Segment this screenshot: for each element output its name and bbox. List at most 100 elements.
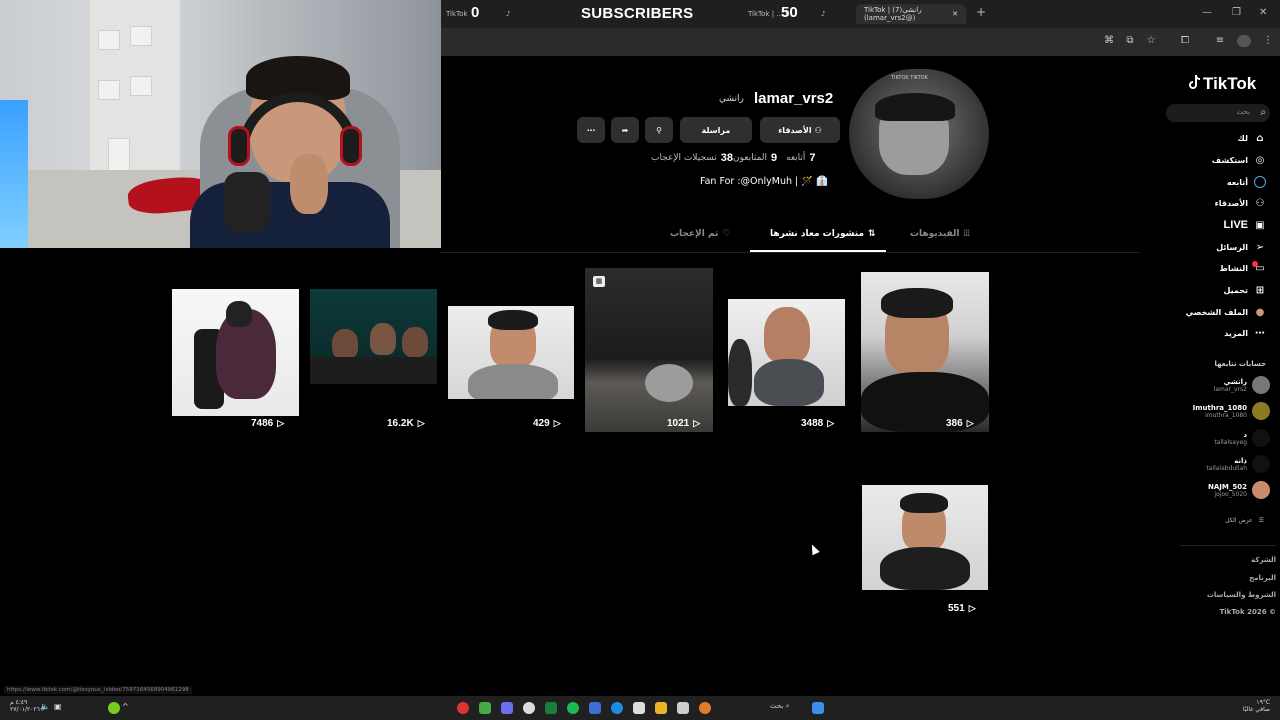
close-tab-icon[interactable]: ✕: [952, 10, 958, 18]
video-thumbnail[interactable]: [861, 272, 989, 432]
install-icon[interactable]: ⧉: [1124, 35, 1136, 47]
video-thumbnail[interactable]: [310, 289, 437, 384]
following-account[interactable]: د tallalsayeg: [1214, 428, 1270, 448]
following-count[interactable]: أتابعه 7: [786, 152, 816, 164]
maximize-icon[interactable]: ❐: [1232, 7, 1241, 18]
status-url: https://www.tiktok.com/@itsoyous_/video/…: [4, 686, 192, 694]
app-icon[interactable]: [457, 702, 469, 714]
tiktok-tab-icon[interactable]: ♪: [506, 4, 510, 24]
nav-friends[interactable]: الأصدقاء ⚇: [1215, 195, 1266, 211]
video-thumbnail[interactable]: ▦: [585, 268, 713, 432]
close-window-icon[interactable]: ✕: [1259, 7, 1267, 18]
nav-activity[interactable]: النشاط ▭: [1220, 260, 1266, 276]
account-name: Imuthra_1080: [1192, 403, 1247, 412]
nav-profile[interactable]: الملف الشخصي ●: [1186, 304, 1266, 320]
profile-username: lamar_vrs2: [754, 90, 834, 107]
volume-icon[interactable]: 🔈: [40, 702, 52, 714]
minimize-icon[interactable]: —: [1202, 7, 1212, 18]
extensions-icon[interactable]: ⧠: [1179, 35, 1191, 47]
nav-for-you[interactable]: لك ⌂: [1238, 130, 1266, 146]
tabs-divider: [440, 252, 1140, 253]
windows-start-icon[interactable]: [812, 702, 824, 714]
tab-videos[interactable]: الفيديوهات ⦙⦙⦙: [910, 229, 970, 239]
following-account[interactable]: Imuthra_1080 imuthra_1080: [1193, 401, 1270, 421]
nav-label: LIVE: [1223, 219, 1248, 231]
nav-label: لك: [1237, 133, 1248, 143]
sidebar-divider: [1180, 545, 1276, 546]
cam-box: [108, 138, 130, 172]
views-label: 386: [946, 418, 963, 429]
nav-label: الملف الشخصي: [1185, 307, 1248, 317]
thumb-body: [754, 359, 824, 406]
tiktok-logo[interactable]: TikTok: [1186, 74, 1256, 94]
nav-explore[interactable]: استكشف ◎: [1212, 152, 1266, 168]
see-all-link[interactable]: عرض الكل ☰: [1225, 517, 1264, 524]
edge-icon[interactable]: [611, 702, 623, 714]
video-view-count: 3488 ▷: [801, 418, 834, 429]
account-text: NAJM_502 jojoo_5020: [1208, 483, 1247, 498]
friends-button[interactable]: الأصدقاء ⚇: [760, 117, 840, 143]
more-options-button[interactable]: ⋯: [577, 117, 605, 143]
search-icon[interactable]: ⌕: [1260, 107, 1266, 118]
nav-following[interactable]: أتابعه: [1227, 174, 1266, 190]
menu-dots-icon[interactable]: ⋮: [1262, 35, 1274, 47]
following-account[interactable]: ذانه tallalabdullah: [1206, 454, 1270, 474]
media-icon[interactable]: ≡: [1214, 35, 1226, 47]
avatar: [1252, 455, 1270, 473]
profile-avatar[interactable]: TIKTOK TIKTOK: [849, 69, 989, 199]
thumb-person: [764, 307, 810, 363]
app-icon[interactable]: [589, 702, 601, 714]
taskbar-search[interactable]: بحث ⌕: [770, 702, 790, 711]
taskbar-clock[interactable]: ٤:٤٩ م ٢٧/٠١/٢٠٢٦: [10, 699, 40, 713]
share-icon[interactable]: ➦: [611, 117, 639, 143]
tray-app-icon[interactable]: [108, 702, 120, 714]
browser-tab-active[interactable]: TikTok | (7)رانشي (lamar_vrs2@) ✕: [856, 4, 966, 24]
play-icon: ▷: [966, 418, 974, 428]
video-thumbnail[interactable]: [172, 289, 299, 416]
search-input[interactable]: بحث ⌕: [1166, 104, 1270, 122]
following-account[interactable]: NAJM_502 jojoo_5020: [1208, 480, 1270, 500]
play-icon: ▷: [553, 418, 561, 428]
app-icon[interactable]: [699, 702, 711, 714]
network-icon[interactable]: ▣: [54, 702, 66, 714]
app-icon[interactable]: [479, 702, 491, 714]
bookmark-star-icon[interactable]: ☆: [1145, 35, 1157, 47]
account-text: د tallalsayeg: [1214, 431, 1247, 446]
subscriber-counter-left: 0: [471, 4, 480, 21]
chrome-icon[interactable]: [523, 702, 535, 714]
views-label: 3488: [801, 418, 824, 429]
excel-icon[interactable]: [545, 702, 557, 714]
translate-icon[interactable]: ⌘: [1103, 35, 1115, 47]
nav-messages[interactable]: الرسائل ➢: [1216, 239, 1266, 255]
footer-terms-link[interactable]: الشروط والسياسات: [1207, 591, 1276, 599]
tab-reposts[interactable]: منشورات معاد نشرها ⇅: [770, 229, 876, 239]
nav-more[interactable]: المزيد ⋯: [1224, 325, 1266, 341]
spotify-icon[interactable]: [567, 702, 579, 714]
footer-program-link[interactable]: البرنامج: [1249, 574, 1276, 582]
followers-count[interactable]: المتابعون 9: [733, 152, 777, 164]
nav-upload[interactable]: تحميل ⊞: [1223, 282, 1266, 298]
browser-tab[interactable]: TikTok: [446, 4, 467, 24]
nav-label: أتابعه: [1226, 177, 1248, 187]
webcam-overlay: [0, 0, 441, 248]
video-thumbnail[interactable]: [728, 299, 845, 406]
streamer: [190, 56, 390, 248]
following-account[interactable]: رانشي lamar_vrs2: [1214, 375, 1270, 395]
thumb-hair: [488, 310, 538, 330]
video-thumbnail[interactable]: [448, 306, 574, 399]
file-explorer-icon[interactable]: [655, 702, 667, 714]
nav-live[interactable]: LIVE ▣: [1224, 217, 1266, 233]
tab-liked[interactable]: تم الإعجاب ♡: [670, 229, 731, 239]
app-icon[interactable]: [677, 702, 689, 714]
tiktok-tab-icon[interactable]: ♪: [821, 4, 825, 24]
footer-company-link[interactable]: الشركة: [1251, 556, 1276, 564]
tray-chevron-icon[interactable]: ^: [122, 702, 134, 714]
message-button[interactable]: مراسلة: [680, 117, 752, 143]
store-icon[interactable]: [633, 702, 645, 714]
follow-user-icon[interactable]: ⚲: [645, 117, 673, 143]
discord-icon[interactable]: [501, 702, 513, 714]
new-tab-button[interactable]: +: [976, 5, 986, 19]
video-thumbnail[interactable]: [862, 485, 988, 590]
profile-avatar-icon[interactable]: [1237, 35, 1251, 47]
taskbar-weather[interactable]: ١٩°C صافي غالبًا: [1243, 699, 1270, 713]
